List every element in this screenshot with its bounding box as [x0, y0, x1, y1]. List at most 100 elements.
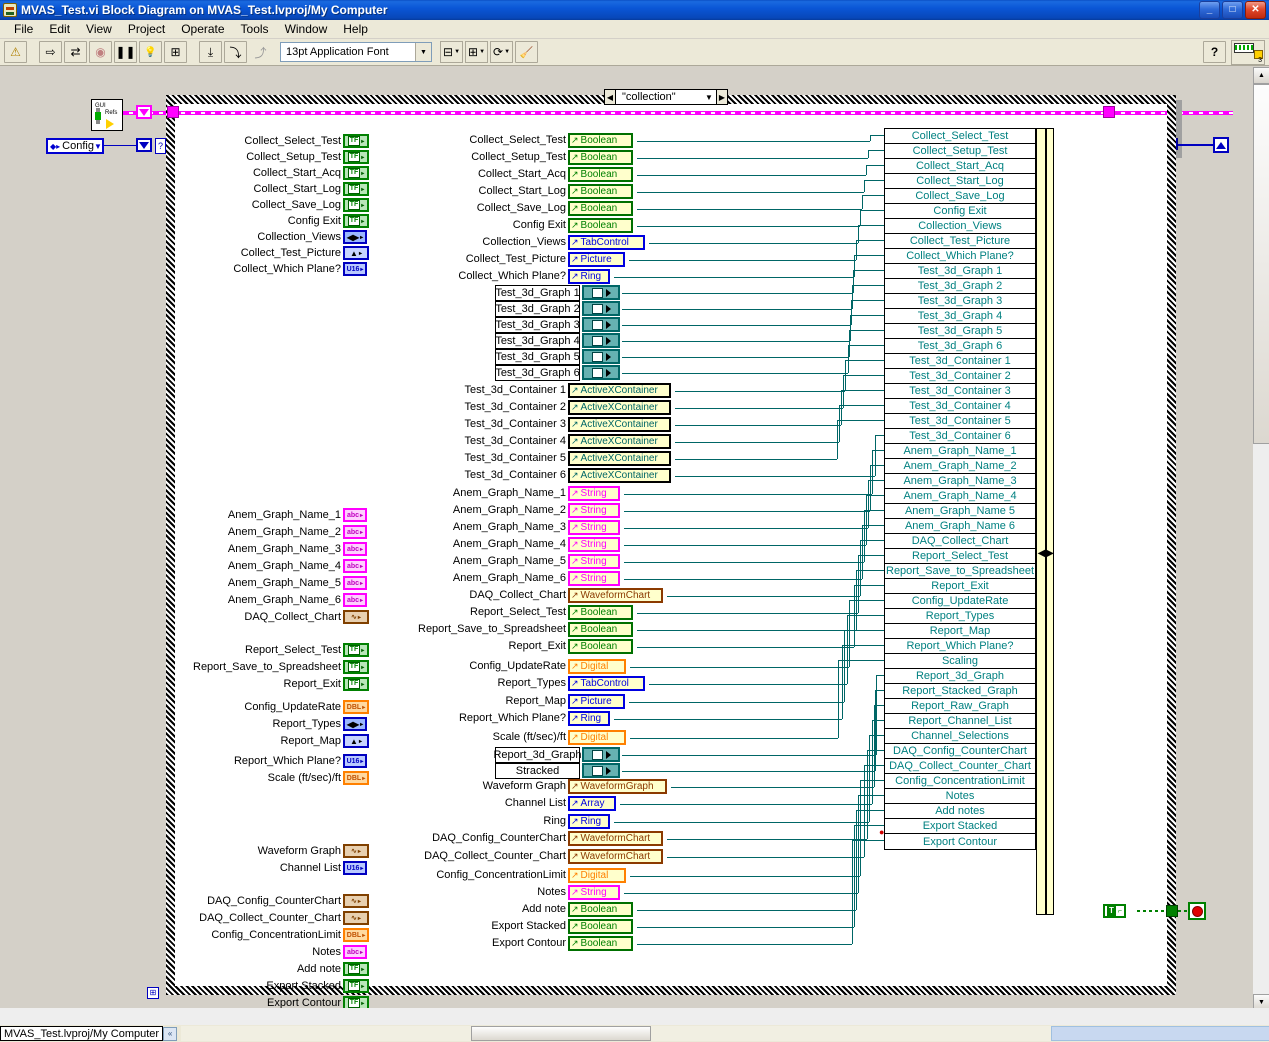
- reference-chip[interactable]: ↗ Picture: [568, 694, 625, 709]
- close-button[interactable]: ✕: [1245, 1, 1266, 19]
- refnum-box[interactable]: [582, 349, 620, 364]
- reference-chip[interactable]: ↗ TabControl: [568, 235, 645, 250]
- config-enum-control[interactable]: ◆▸ Config ▼: [46, 138, 104, 154]
- retain-wire-values-icon[interactable]: ⊞: [164, 41, 187, 63]
- maximize-button[interactable]: □: [1222, 1, 1243, 19]
- bundle-element[interactable]: Report_3d_Graph: [885, 669, 1035, 684]
- bundle-element[interactable]: DAQ_Collect_Chart: [885, 534, 1035, 549]
- bundle-element[interactable]: Channel_Selections: [885, 729, 1035, 744]
- reference-chip[interactable]: ↗ Digital: [568, 659, 626, 674]
- reference-chip[interactable]: ↗ Ring: [568, 711, 610, 726]
- gui-refs-subvi[interactable]: GUI Refs: [91, 99, 123, 131]
- reference-chip[interactable]: ↗ WaveformGraph: [568, 779, 667, 794]
- menu-help[interactable]: Help: [335, 21, 376, 37]
- reference-chip[interactable]: ↗ Boolean: [568, 167, 633, 182]
- bundle-element[interactable]: Report_Select_Test: [885, 549, 1035, 564]
- reference-chip[interactable]: ↗ Picture: [568, 252, 625, 267]
- chevron-down-icon[interactable]: ▼: [94, 142, 102, 151]
- refnum-box[interactable]: [582, 747, 620, 762]
- collapse-button[interactable]: «: [163, 1026, 178, 1041]
- highlight-execution-icon[interactable]: 💡: [139, 41, 162, 63]
- menu-tools[interactable]: Tools: [233, 21, 277, 37]
- bundle-element[interactable]: Test_3d_Container 3: [885, 384, 1035, 399]
- block-diagram-canvas[interactable]: ◆▸ Config ▼ ? GUI Refs ◆▸ collection ▼: [0, 67, 1269, 1011]
- bundle-element[interactable]: Collect_Select_Test: [885, 129, 1035, 144]
- context-help-button[interactable]: ?: [1203, 41, 1226, 63]
- step-over-icon[interactable]: ⤵: [224, 41, 247, 63]
- distribute-objects-button[interactable]: ⊞ ▼: [465, 41, 489, 63]
- case-next-button[interactable]: ▶: [716, 90, 727, 104]
- bundle-element[interactable]: Collect_Start_Log: [885, 174, 1035, 189]
- bundle-element[interactable]: Report_Types: [885, 609, 1035, 624]
- reference-chip[interactable]: ↗ ActiveXContainer: [568, 468, 671, 483]
- bundle-element[interactable]: Collect_Save_Log: [885, 189, 1035, 204]
- menu-operate[interactable]: Operate: [173, 21, 232, 37]
- reference-chip[interactable]: ↗ Boolean: [568, 622, 633, 637]
- minimize-button[interactable]: _: [1199, 1, 1220, 19]
- refnum-box[interactable]: [582, 285, 620, 300]
- reference-chip[interactable]: ↗ WaveformChart: [568, 588, 663, 603]
- bundle-element[interactable]: Report_Map: [885, 624, 1035, 639]
- reference-chip[interactable]: ↗ Boolean: [568, 605, 633, 620]
- step-into-icon[interactable]: ⤓: [199, 41, 222, 63]
- bundle-element[interactable]: Config_UpdateRate: [885, 594, 1035, 609]
- reference-chip[interactable]: ↗ ActiveXContainer: [568, 400, 671, 415]
- reference-chip[interactable]: ↗ Ring: [568, 814, 610, 829]
- bundle-element[interactable]: DAQ_Collect_Counter_Chart: [885, 759, 1035, 774]
- bundle-element[interactable]: Collect_Setup_Test: [885, 144, 1035, 159]
- reference-chip[interactable]: ↗ String: [568, 486, 620, 501]
- bundle-element[interactable]: Test_3d_Container 1: [885, 354, 1035, 369]
- reference-chip[interactable]: ↗ ActiveXContainer: [568, 434, 671, 449]
- reference-chip[interactable]: ↗ String: [568, 503, 620, 518]
- bundle-element[interactable]: Report_Exit: [885, 579, 1035, 594]
- bundle-element[interactable]: Anem_Graph_Name 6: [885, 519, 1035, 534]
- reference-chip[interactable]: ↗ Boolean: [568, 919, 633, 934]
- run-continuously-icon[interactable]: ⇄: [64, 41, 87, 63]
- reference-chip[interactable]: ↗ Boolean: [568, 218, 633, 233]
- reference-chip[interactable]: ↗ Boolean: [568, 201, 633, 216]
- left-terminal-chip[interactable]: TF ▸: [343, 962, 369, 976]
- cleanup-diagram-button[interactable]: 🧹: [515, 41, 539, 63]
- reference-chip[interactable]: ↗ WaveformChart: [568, 831, 663, 846]
- bundle-element[interactable]: Test_3d_Graph 2: [885, 279, 1035, 294]
- bundle-element[interactable]: Config Exit: [885, 204, 1035, 219]
- chevron-down-icon[interactable]: ▼: [504, 49, 510, 55]
- bundle-element[interactable]: Report_Channel_List: [885, 714, 1035, 729]
- bundle-element[interactable]: Test_3d_Graph 5: [885, 324, 1035, 339]
- bundle-element[interactable]: Test_3d_Container 2: [885, 369, 1035, 384]
- menu-edit[interactable]: Edit: [41, 21, 78, 37]
- bundle-element[interactable]: Test_3d_Container 5: [885, 414, 1035, 429]
- bundle-element[interactable]: Anem_Graph_Name_1: [885, 444, 1035, 459]
- bundle-element[interactable]: Anem_Graph_Name_4: [885, 489, 1035, 504]
- bundle-element[interactable]: Test_3d_Graph 3: [885, 294, 1035, 309]
- refnum-box[interactable]: [582, 301, 620, 316]
- reference-chip[interactable]: ↗ Ring: [568, 269, 610, 284]
- reference-chip[interactable]: ↗ Boolean: [568, 936, 633, 951]
- abort-icon[interactable]: ◉: [89, 41, 112, 63]
- run-icon[interactable]: ⇨: [39, 41, 62, 63]
- bundle-element[interactable]: Report_Which Plane?: [885, 639, 1035, 654]
- status-scroll-thumb[interactable]: [471, 1026, 652, 1041]
- reference-chip[interactable]: ↗ Boolean: [568, 902, 633, 917]
- align-objects-button[interactable]: ⊟ ▼: [440, 41, 464, 63]
- reference-chip[interactable]: ↗ String: [568, 571, 620, 586]
- stop-indicator[interactable]: [1188, 902, 1206, 920]
- reference-chip[interactable]: ↗ Boolean: [568, 133, 633, 148]
- scroll-up-button[interactable]: ▲: [1253, 67, 1269, 84]
- left-terminal-chip[interactable]: TF ▸: [343, 979, 369, 993]
- chevron-down-icon[interactable]: ▼: [702, 93, 716, 102]
- bundle-element[interactable]: DAQ_Config_CounterChart: [885, 744, 1035, 759]
- horizontal-scrollbar-row[interactable]: [0, 1008, 1269, 1025]
- reference-chip[interactable]: ↗ WaveformChart: [568, 849, 663, 864]
- bundle-element[interactable]: Collect_Which Plane?: [885, 249, 1035, 264]
- reorder-button[interactable]: ⟳ ▼: [490, 41, 514, 63]
- bundle-element[interactable]: Collect_Start_Acq: [885, 159, 1035, 174]
- left-terminal-chip[interactable]: U16 ▸: [343, 754, 367, 768]
- reference-chip[interactable]: ↗ String: [568, 885, 620, 900]
- refnum-box[interactable]: [582, 333, 620, 348]
- menu-project[interactable]: Project: [120, 21, 173, 37]
- menu-file[interactable]: File: [6, 21, 41, 37]
- reference-chip[interactable]: ↗ TabControl: [568, 676, 645, 691]
- menu-window[interactable]: Window: [277, 21, 336, 37]
- font-selector[interactable]: 13pt Application Font ▼: [280, 42, 432, 62]
